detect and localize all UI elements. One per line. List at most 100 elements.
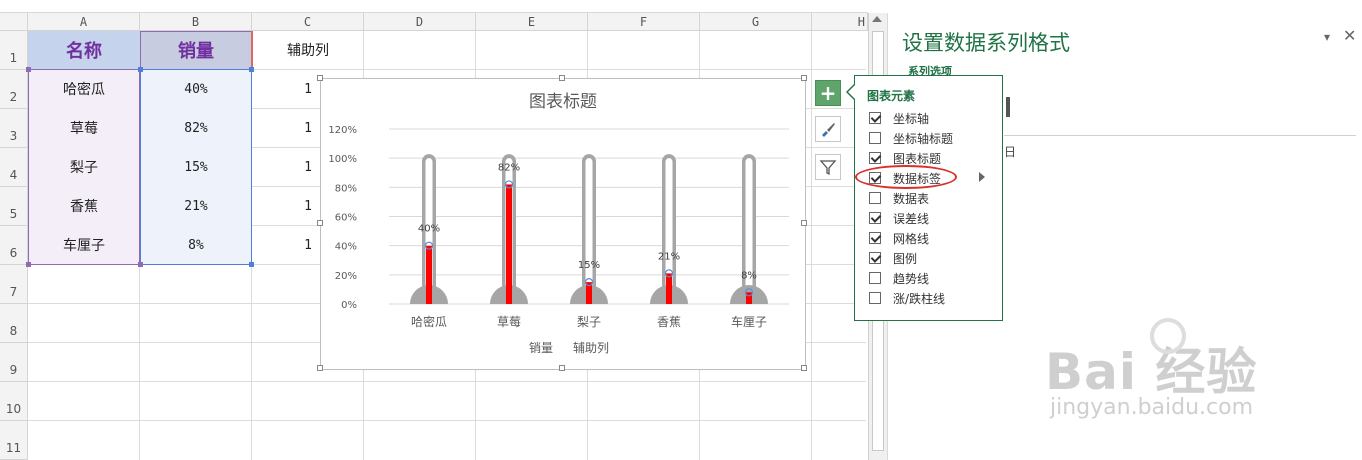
range-handle[interactable]: [26, 67, 31, 72]
data-label[interactable]: 40%: [418, 224, 440, 235]
column-header-f[interactable]: F: [588, 13, 700, 31]
chart-area[interactable]: 图表标题 0% 20% 40% 60% 80% 100% 120% 40% 82% 15% 21%…: [320, 78, 806, 370]
cell-a2[interactable]: 哈密瓜: [28, 70, 140, 108]
cell-b2[interactable]: 40%: [140, 70, 252, 108]
element-up-down-bars[interactable]: 涨/跌柱线: [869, 289, 945, 307]
select-all-corner[interactable]: [0, 13, 28, 31]
formula-bar-strip: [0, 0, 868, 13]
pane-icon-stub: [1006, 97, 1010, 117]
element-error-bars[interactable]: 误差线: [869, 209, 929, 227]
submenu-arrow-icon[interactable]: [979, 172, 985, 182]
row-header-10[interactable]: 10: [0, 382, 28, 421]
pane-options-icon[interactable]: ▾: [1324, 30, 1330, 44]
row-header-6[interactable]: 6: [0, 226, 28, 265]
row-header-4[interactable]: 4: [0, 148, 28, 187]
checkbox[interactable]: [869, 192, 881, 204]
element-gridlines[interactable]: 网格线: [869, 229, 929, 247]
data-label[interactable]: 15%: [578, 260, 600, 271]
checkbox[interactable]: [869, 232, 881, 244]
element-label: 图例: [893, 251, 918, 266]
row-header-11[interactable]: 11: [0, 421, 28, 460]
column-header-g[interactable]: G: [700, 13, 812, 31]
range-handle[interactable]: [26, 262, 31, 267]
data-label[interactable]: 21%: [658, 251, 680, 262]
range-handle[interactable]: [138, 262, 143, 267]
chart-resize-handle[interactable]: [317, 75, 323, 81]
y-tick-label: 100%: [328, 154, 357, 165]
chart-resize-handle[interactable]: [317, 365, 323, 371]
pane-divider: [1004, 135, 1356, 136]
range-handle[interactable]: [138, 67, 143, 72]
legend-entry[interactable]: 辅助列: [573, 341, 609, 355]
cell-a5[interactable]: 香蕉: [28, 187, 140, 225]
chart-resize-handle[interactable]: [559, 365, 565, 371]
cell-a3[interactable]: 草莓: [28, 109, 140, 147]
chart-elements-popup: 图表元素 坐标轴 坐标轴标题 图表标题 数据标签 数据表 误差线 网格线 图例 …: [846, 75, 1003, 321]
range-handle[interactable]: [249, 67, 254, 72]
cell-c4[interactable]: 1: [252, 148, 312, 186]
y-tick-label: 20%: [335, 271, 357, 282]
checkbox[interactable]: [869, 252, 881, 264]
cell-c5[interactable]: 1: [252, 187, 312, 225]
data-label[interactable]: 8%: [741, 270, 757, 281]
row-header-7[interactable]: 7: [0, 265, 28, 304]
checkbox[interactable]: [869, 292, 881, 304]
scroll-up-arrow-icon[interactable]: [872, 16, 882, 22]
checkbox[interactable]: [869, 112, 881, 124]
series-name-border: [140, 31, 252, 70]
row-header-9[interactable]: 9: [0, 343, 28, 382]
cell-b6[interactable]: 8%: [140, 226, 252, 264]
data-label[interactable]: 82%: [498, 162, 520, 173]
checkbox[interactable]: [869, 212, 881, 224]
cell-c3[interactable]: 1: [252, 109, 312, 147]
cell-b4[interactable]: 15%: [140, 148, 252, 186]
element-axis-titles[interactable]: 坐标轴标题: [869, 129, 953, 147]
column-header-a[interactable]: A: [28, 13, 140, 31]
close-icon[interactable]: ✕: [1343, 26, 1356, 45]
cell-a1[interactable]: 名称: [28, 31, 140, 69]
range-handle[interactable]: [249, 262, 254, 267]
column-header-d[interactable]: D: [364, 13, 476, 31]
chart-title[interactable]: 图表标题: [529, 92, 597, 112]
element-data-table[interactable]: 数据表: [869, 189, 929, 207]
cell-c1[interactable]: 辅助列: [252, 31, 364, 69]
checkbox[interactable]: [869, 152, 881, 164]
highlight-ellipse: [855, 165, 957, 189]
chart-resize-handle[interactable]: [559, 75, 565, 81]
chart-styles-button[interactable]: [815, 116, 841, 142]
cell-a4[interactable]: 梨子: [28, 148, 140, 186]
row-header-2[interactable]: 2: [0, 70, 28, 109]
sales-bar[interactable]: [426, 245, 432, 304]
cell-a6[interactable]: 车厘子: [28, 226, 140, 264]
element-axes[interactable]: 坐标轴: [869, 109, 929, 127]
sales-bar[interactable]: [666, 273, 672, 304]
column-header-c[interactable]: C: [252, 13, 364, 31]
column-header-b[interactable]: B: [140, 13, 252, 31]
element-trendline[interactable]: 趋势线: [869, 269, 929, 287]
chart-resize-handle[interactable]: [801, 75, 807, 81]
pane-title: 设置数据系列格式: [902, 31, 1070, 55]
chart-elements-button[interactable]: +: [815, 80, 841, 106]
row-header-1[interactable]: 1: [0, 31, 28, 70]
chart-resize-handle[interactable]: [317, 220, 323, 226]
chart-resize-handle[interactable]: [801, 220, 807, 226]
chart-resize-handle[interactable]: [801, 365, 807, 371]
element-label: 网格线: [893, 231, 930, 246]
sales-bar[interactable]: [506, 184, 512, 304]
row-header-5[interactable]: 5: [0, 187, 28, 226]
cell-b3[interactable]: 82%: [140, 109, 252, 147]
element-legend[interactable]: 图例: [869, 249, 917, 267]
cell-c6[interactable]: 1: [252, 226, 312, 264]
chart-filters-button[interactable]: [815, 154, 841, 180]
sales-bar[interactable]: [746, 292, 752, 304]
cell-b5[interactable]: 21%: [140, 187, 252, 225]
checkbox[interactable]: [869, 132, 881, 144]
gridline: [811, 31, 812, 460]
row-header-3[interactable]: 3: [0, 109, 28, 148]
legend-entry[interactable]: 销量: [529, 341, 553, 355]
checkbox[interactable]: [869, 272, 881, 284]
column-header-h[interactable]: H: [812, 13, 868, 31]
cell-c2[interactable]: 1: [252, 70, 312, 108]
row-header-8[interactable]: 8: [0, 304, 28, 343]
column-header-e[interactable]: E: [476, 13, 588, 31]
